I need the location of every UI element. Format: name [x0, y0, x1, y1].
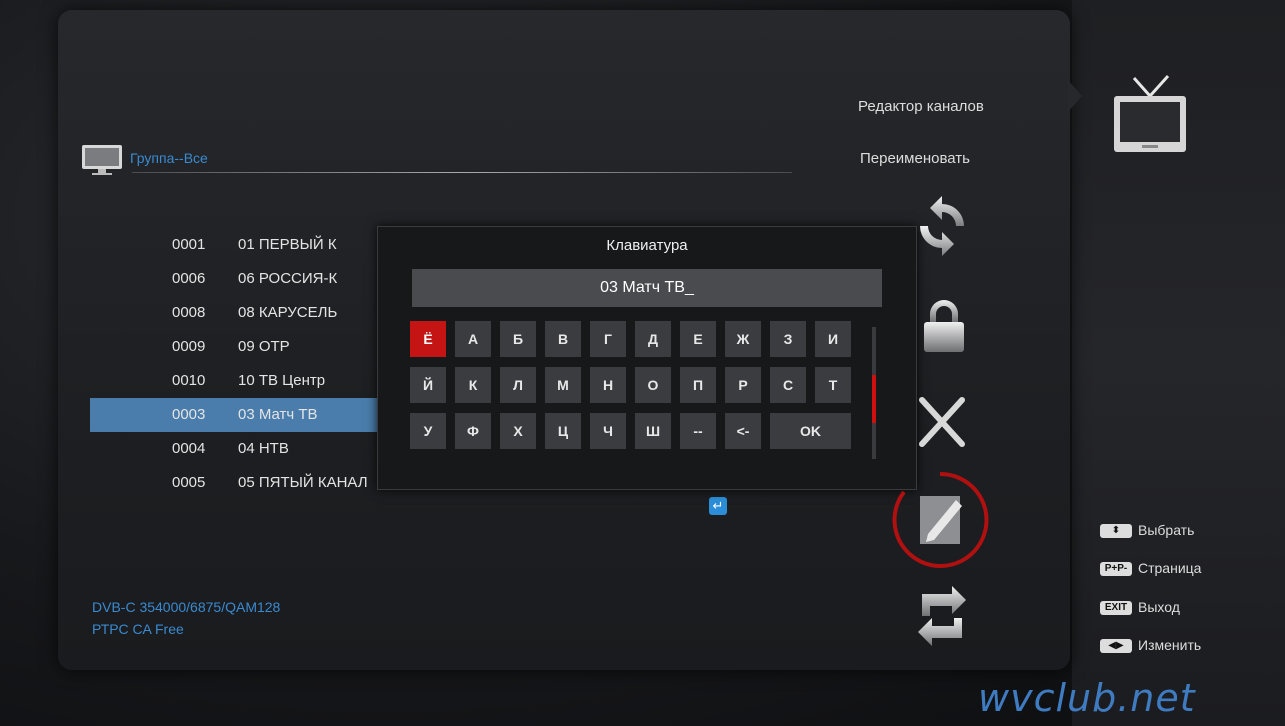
- channel-row[interactable]: 0008 08 КАРУСЕЛЬ: [90, 296, 420, 330]
- channel-name: 04 НТВ: [238, 440, 289, 457]
- channel-number: 0004: [172, 440, 206, 457]
- group-label[interactable]: Группа--Все: [130, 150, 208, 166]
- key[interactable]: В: [545, 321, 581, 357]
- channel-row[interactable]: 0009 09 ОТР: [90, 330, 420, 364]
- key[interactable]: М: [545, 367, 581, 403]
- key[interactable]: Ш: [635, 413, 671, 449]
- hint-label: Страница: [1138, 560, 1202, 576]
- key[interactable]: О: [635, 367, 671, 403]
- panel-pointer: [1068, 80, 1082, 112]
- channel-name: 06 РОССИЯ-К: [238, 270, 338, 287]
- key[interactable]: Л: [500, 367, 536, 403]
- key[interactable]: Е: [680, 321, 716, 357]
- key[interactable]: Ж: [725, 321, 761, 357]
- channel-number: 0003: [172, 406, 206, 423]
- key[interactable]: Д: [635, 321, 671, 357]
- channel-row[interactable]: 0005 05 ПЯТЫЙ КАНАЛ: [90, 466, 420, 500]
- channel-name: 08 КАРУСЕЛЬ: [238, 304, 338, 321]
- delete-icon[interactable]: [912, 392, 972, 452]
- move-icon[interactable]: [912, 196, 972, 256]
- channel-number: 0008: [172, 304, 206, 321]
- channel-number: 0005: [172, 474, 206, 491]
- channel-number: 0001: [172, 236, 206, 253]
- channel-list: 0001 01 ПЕРВЫЙ К 0006 06 РОССИЯ-К 0008 08 К…: [90, 228, 420, 500]
- group-divider: [132, 172, 792, 173]
- hint-exit: EXIT Выход: [1100, 599, 1180, 616]
- leftright-key-icon: ◀▶: [1100, 639, 1132, 654]
- hint-change: ◀▶ Изменить: [1100, 637, 1202, 654]
- key[interactable]: К: [455, 367, 491, 403]
- channel-name: 03 Матч ТВ: [238, 406, 318, 423]
- key[interactable]: Ф: [455, 413, 491, 449]
- channel-name: 05 ПЯТЫЙ КАНАЛ: [238, 474, 368, 491]
- signal-line-1: DVB-C 354000/6875/QAM128: [92, 599, 281, 615]
- hint-label: Выход: [1138, 599, 1180, 615]
- key[interactable]: Й: [410, 367, 446, 403]
- key[interactable]: П: [680, 367, 716, 403]
- key[interactable]: Х: [500, 413, 536, 449]
- signal-info: DVB-C 354000/6875/QAM128 РТРС CA Free: [92, 596, 280, 640]
- channel-number: 0009: [172, 338, 206, 355]
- rename-input[interactable]: 03 Матч ТВ_: [412, 269, 882, 307]
- mode-title: Переименовать: [860, 150, 970, 167]
- tv-icon: [1114, 74, 1186, 152]
- channel-name: 01 ПЕРВЫЙ К: [238, 236, 337, 253]
- key[interactable]: З: [770, 321, 806, 357]
- keyboard-title: Клавиатура: [606, 237, 688, 254]
- key[interactable]: Б: [500, 321, 536, 357]
- key[interactable]: Ц: [545, 413, 581, 449]
- key[interactable]: С: [770, 367, 806, 403]
- key[interactable]: Т: [815, 367, 851, 403]
- key[interactable]: А: [455, 321, 491, 357]
- key[interactable]: Ч: [590, 413, 626, 449]
- hint-select: ⬍ Выбрать: [1100, 522, 1195, 539]
- key[interactable]: Г: [590, 321, 626, 357]
- hint-label: Изменить: [1138, 637, 1202, 653]
- rename-icon[interactable]: [890, 470, 990, 570]
- keyboard-scroll-thumb[interactable]: [872, 375, 876, 423]
- channel-number: 0010: [172, 372, 206, 389]
- channel-name: 09 ОТР: [238, 338, 290, 355]
- key-ok[interactable]: OK: [770, 413, 851, 449]
- key[interactable]: Р: [725, 367, 761, 403]
- key-backspace[interactable]: <-: [725, 413, 761, 449]
- exit-key-icon: EXIT: [1100, 601, 1132, 616]
- channel-number: 0006: [172, 270, 206, 287]
- updown-key-icon: ⬍: [1100, 524, 1132, 539]
- page-key-icon: P+P-: [1100, 562, 1132, 577]
- key[interactable]: И: [815, 321, 851, 357]
- keyboard-dialog: Клавиатура 03 Матч ТВ_ Ё А Б В Г Д Е Ж З…: [377, 226, 917, 490]
- hint-label: Выбрать: [1138, 522, 1195, 538]
- key-space[interactable]: --: [680, 413, 716, 449]
- editor-title: Редактор каналов: [858, 98, 984, 115]
- channel-row[interactable]: 0004 04 НТВ: [90, 432, 420, 466]
- lock-icon[interactable]: [914, 296, 974, 356]
- channel-name: 10 ТВ Центр: [238, 372, 326, 389]
- hint-page: P+P- Страница: [1100, 560, 1202, 577]
- enter-icon: ↵: [709, 497, 727, 515]
- watermark-logo: wvclub.net: [978, 676, 1196, 720]
- monitor-icon: [82, 145, 122, 175]
- channel-row[interactable]: 0010 10 ТВ Центр: [90, 364, 420, 398]
- group-header: Группа--Все: [80, 142, 800, 176]
- channel-row-selected[interactable]: 0003 03 Матч ТВ: [90, 398, 380, 432]
- channel-row[interactable]: 0001 01 ПЕРВЫЙ К: [90, 228, 420, 262]
- channel-row[interactable]: 0006 06 РОССИЯ-К: [90, 262, 420, 296]
- key[interactable]: У: [410, 413, 446, 449]
- restore-icon[interactable]: [912, 586, 972, 646]
- key[interactable]: Ё: [410, 321, 446, 357]
- signal-line-2: РТРС CA Free: [92, 621, 184, 637]
- key[interactable]: Н: [590, 367, 626, 403]
